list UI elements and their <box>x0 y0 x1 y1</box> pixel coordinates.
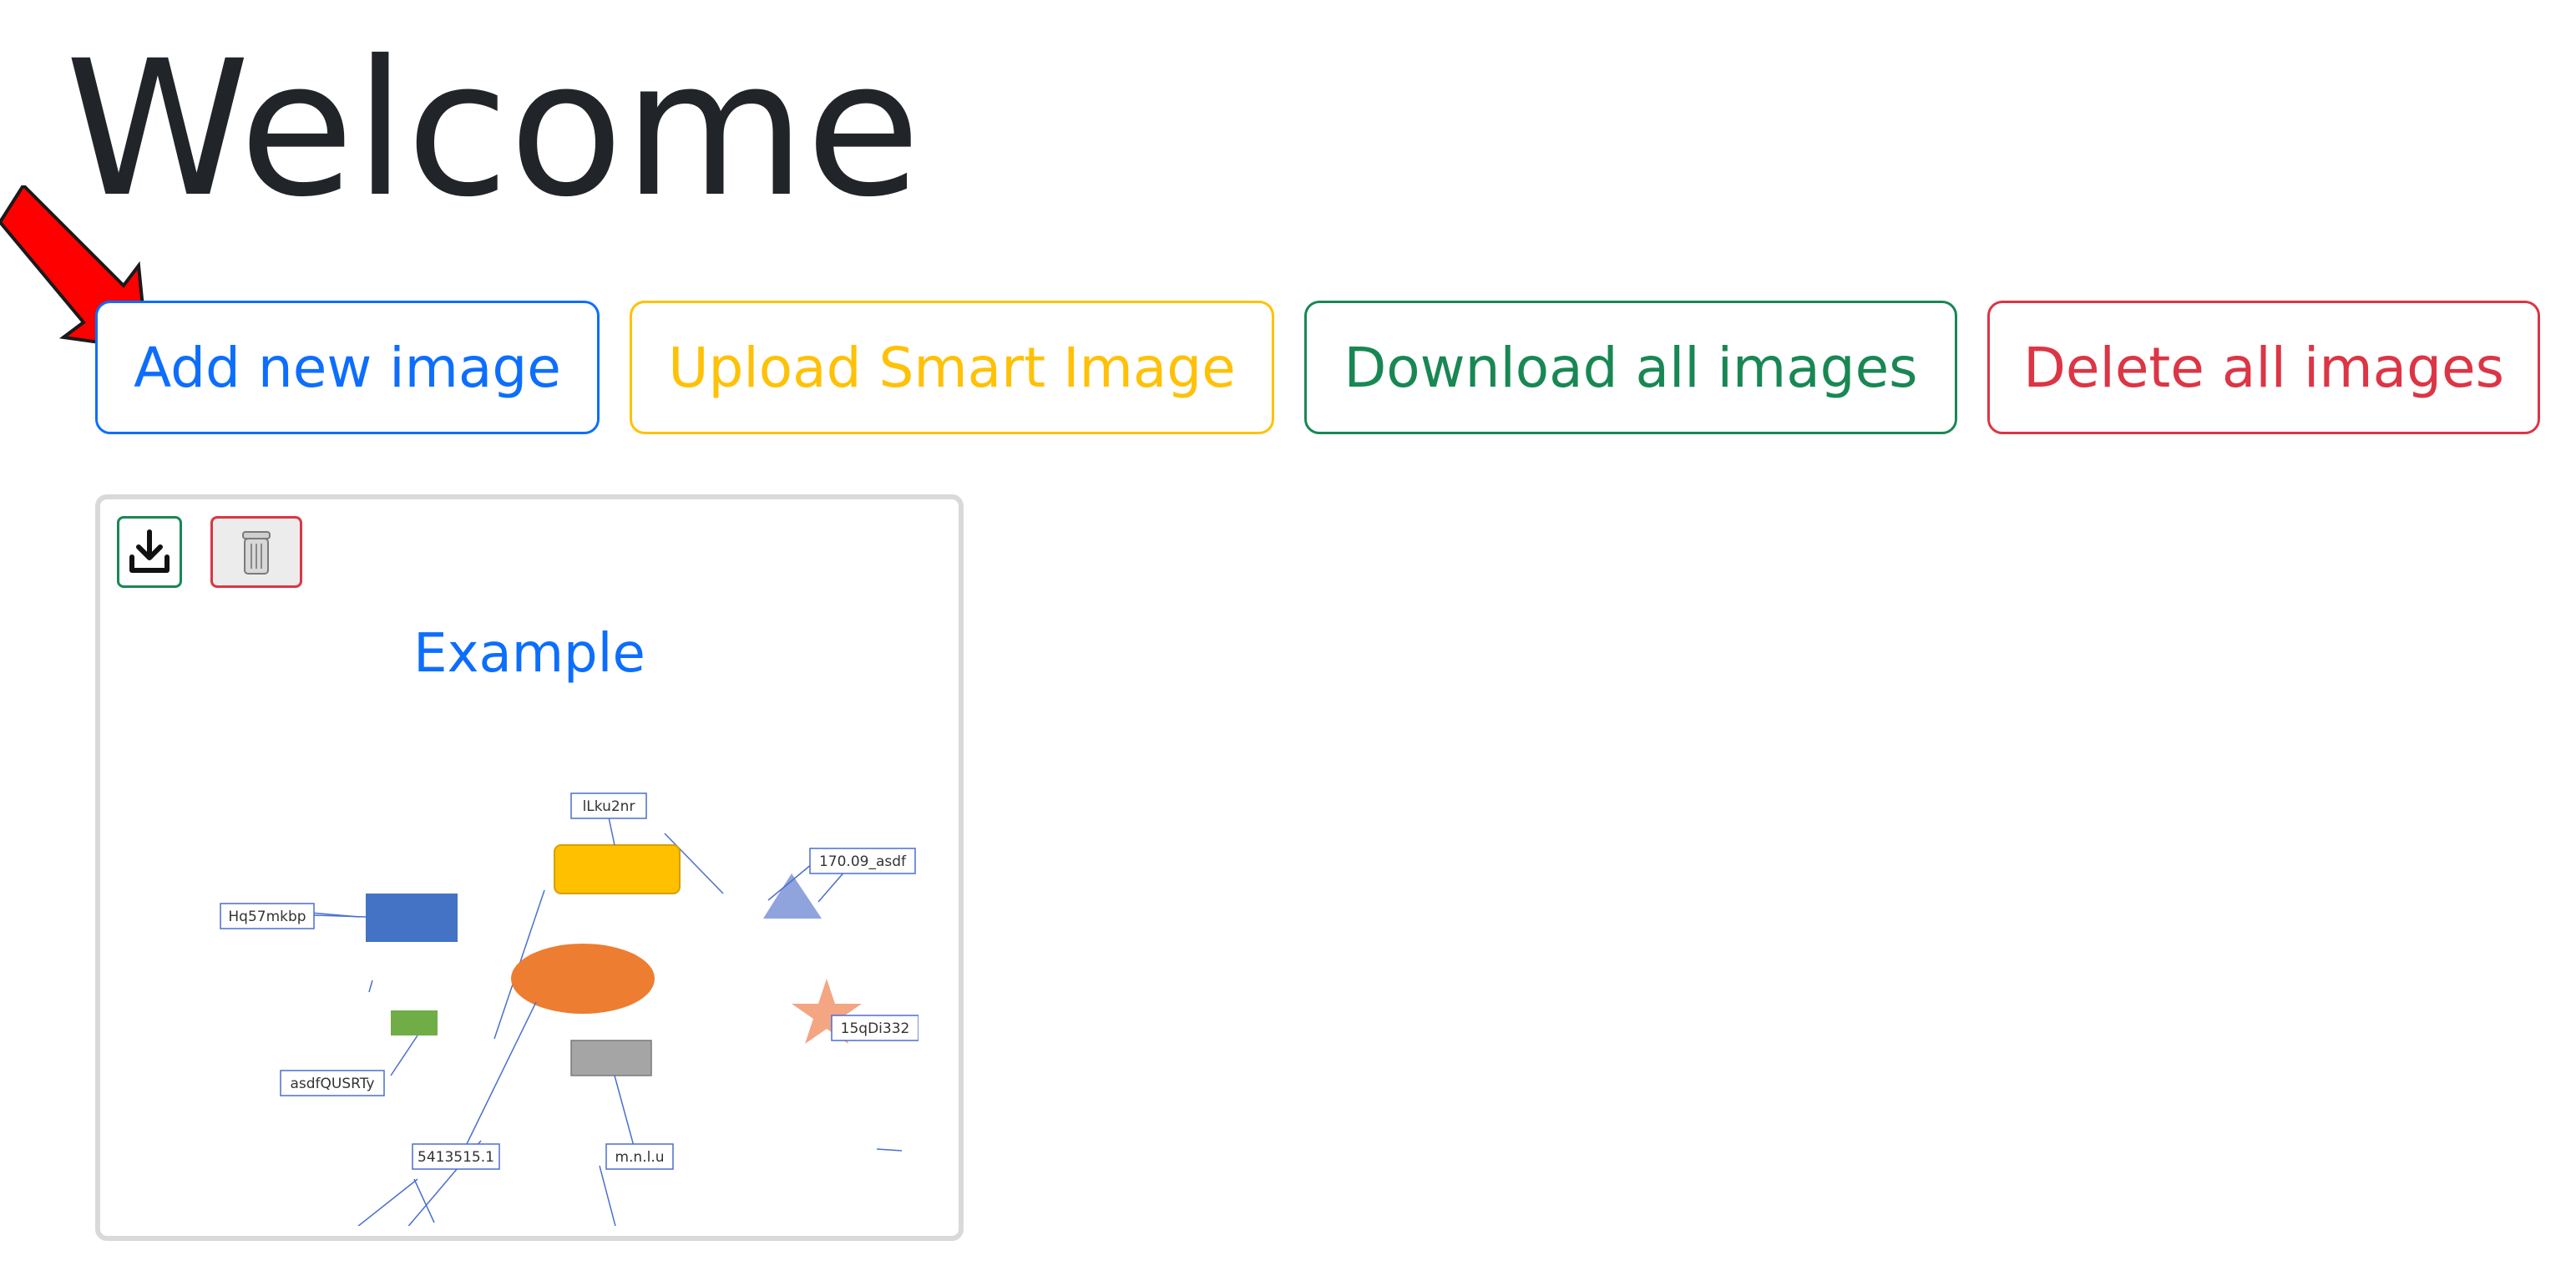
diagram-green-rect <box>391 1010 438 1035</box>
diagram-label-blue-rect: Hq57mkbp <box>220 903 315 929</box>
card-download-button[interactable] <box>117 516 182 588</box>
diagram-label-green-rect: asdfQUSRTy <box>280 1070 385 1096</box>
svg-text:lLku2nr: lLku2nr <box>583 798 635 815</box>
card-title: Example <box>413 623 645 685</box>
upload-smart-image-button[interactable]: Upload Smart Image <box>630 301 1274 434</box>
diagram-gray-rect <box>570 1040 652 1076</box>
diagram-label-star: 15qDi332 <box>831 1015 919 1041</box>
page-title: Welcome <box>65 20 921 238</box>
download-icon <box>129 529 170 573</box>
svg-text:asdfQUSRTy: asdfQUSRTy <box>290 1076 374 1092</box>
delete-all-images-button[interactable]: Delete all images <box>1987 301 2540 434</box>
diagram-label-gray-rect: m.n.l.u <box>605 1143 674 1170</box>
svg-text:170.09_asdf: 170.09_asdf <box>819 853 907 870</box>
toolbar: Add new image Upload Smart Image Downloa… <box>95 301 2540 434</box>
add-new-image-button[interactable]: Add new image <box>95 301 600 434</box>
download-all-images-button[interactable]: Download all images <box>1304 301 1957 434</box>
image-card: Example lLku2nr 170.09_asdf Hq57mkbp 15q… <box>95 494 964 1241</box>
diagram-label-triangle: 170.09_asdf <box>809 848 916 874</box>
svg-text:15qDi332: 15qDi332 <box>841 1020 910 1037</box>
svg-text:Hq57mkbp: Hq57mkbp <box>228 909 306 925</box>
diagram-rounded-rect <box>554 844 681 894</box>
example-diagram: lLku2nr 170.09_asdf Hq57mkbp 15qDi332 as… <box>220 792 919 1226</box>
trash-icon <box>242 531 271 575</box>
diagram-ellipse <box>511 944 655 1014</box>
card-delete-button[interactable] <box>210 516 302 588</box>
diagram-label-ellipse: 5413515.1 <box>412 1143 500 1170</box>
svg-text:m.n.l.u: m.n.l.u <box>615 1149 664 1166</box>
svg-text:5413515.1: 5413515.1 <box>418 1149 494 1166</box>
diagram-label-rounded-rect: lLku2nr <box>570 792 647 819</box>
diagram-blue-rect <box>366 894 458 942</box>
